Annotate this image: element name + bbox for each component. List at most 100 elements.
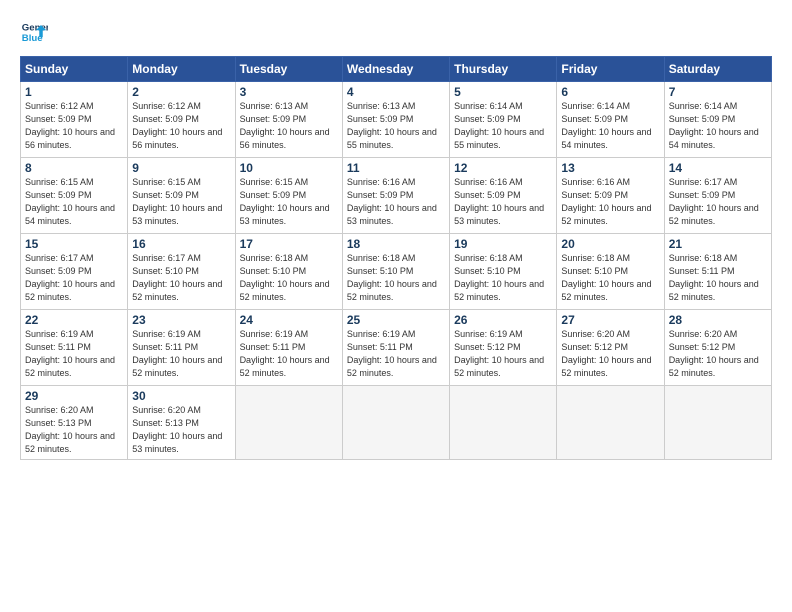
day-number: 17 xyxy=(240,237,338,251)
calendar-week-row: 8 Sunrise: 6:15 AMSunset: 5:09 PMDayligh… xyxy=(21,158,772,234)
page-header: General Blue xyxy=(20,18,772,46)
day-info: Sunrise: 6:19 AMSunset: 5:11 PMDaylight:… xyxy=(347,329,437,378)
calendar-week-row: 1 Sunrise: 6:12 AMSunset: 5:09 PMDayligh… xyxy=(21,82,772,158)
logo-icon: General Blue xyxy=(20,18,48,46)
day-info: Sunrise: 6:17 AMSunset: 5:09 PMDaylight:… xyxy=(25,253,115,302)
calendar-header-tuesday: Tuesday xyxy=(235,57,342,82)
calendar-day-cell: 16 Sunrise: 6:17 AMSunset: 5:10 PMDaylig… xyxy=(128,234,235,310)
day-info: Sunrise: 6:17 AMSunset: 5:10 PMDaylight:… xyxy=(132,253,222,302)
day-number: 12 xyxy=(454,161,552,175)
calendar-day-cell: 15 Sunrise: 6:17 AMSunset: 5:09 PMDaylig… xyxy=(21,234,128,310)
day-number: 30 xyxy=(132,389,230,403)
day-number: 2 xyxy=(132,85,230,99)
calendar-header-wednesday: Wednesday xyxy=(342,57,449,82)
day-number: 1 xyxy=(25,85,123,99)
calendar-day-cell: 4 Sunrise: 6:13 AMSunset: 5:09 PMDayligh… xyxy=(342,82,449,158)
day-info: Sunrise: 6:13 AMSunset: 5:09 PMDaylight:… xyxy=(240,101,330,150)
calendar-day-cell xyxy=(235,386,342,460)
calendar-week-row: 29 Sunrise: 6:20 AMSunset: 5:13 PMDaylig… xyxy=(21,386,772,460)
calendar-day-cell: 3 Sunrise: 6:13 AMSunset: 5:09 PMDayligh… xyxy=(235,82,342,158)
calendar-day-cell: 18 Sunrise: 6:18 AMSunset: 5:10 PMDaylig… xyxy=(342,234,449,310)
day-info: Sunrise: 6:18 AMSunset: 5:10 PMDaylight:… xyxy=(454,253,544,302)
day-number: 22 xyxy=(25,313,123,327)
calendar-day-cell: 28 Sunrise: 6:20 AMSunset: 5:12 PMDaylig… xyxy=(664,310,771,386)
day-info: Sunrise: 6:16 AMSunset: 5:09 PMDaylight:… xyxy=(454,177,544,226)
day-info: Sunrise: 6:19 AMSunset: 5:12 PMDaylight:… xyxy=(454,329,544,378)
day-info: Sunrise: 6:15 AMSunset: 5:09 PMDaylight:… xyxy=(25,177,115,226)
day-number: 4 xyxy=(347,85,445,99)
calendar-day-cell: 19 Sunrise: 6:18 AMSunset: 5:10 PMDaylig… xyxy=(450,234,557,310)
day-number: 18 xyxy=(347,237,445,251)
day-number: 16 xyxy=(132,237,230,251)
day-number: 24 xyxy=(240,313,338,327)
day-number: 19 xyxy=(454,237,552,251)
calendar-day-cell: 20 Sunrise: 6:18 AMSunset: 5:10 PMDaylig… xyxy=(557,234,664,310)
day-info: Sunrise: 6:18 AMSunset: 5:10 PMDaylight:… xyxy=(347,253,437,302)
calendar-week-row: 15 Sunrise: 6:17 AMSunset: 5:09 PMDaylig… xyxy=(21,234,772,310)
day-info: Sunrise: 6:20 AMSunset: 5:12 PMDaylight:… xyxy=(561,329,651,378)
day-number: 13 xyxy=(561,161,659,175)
calendar-day-cell: 14 Sunrise: 6:17 AMSunset: 5:09 PMDaylig… xyxy=(664,158,771,234)
day-number: 20 xyxy=(561,237,659,251)
day-number: 5 xyxy=(454,85,552,99)
day-info: Sunrise: 6:18 AMSunset: 5:11 PMDaylight:… xyxy=(669,253,759,302)
day-number: 11 xyxy=(347,161,445,175)
svg-text:General: General xyxy=(22,22,48,33)
calendar-day-cell xyxy=(450,386,557,460)
calendar-day-cell: 21 Sunrise: 6:18 AMSunset: 5:11 PMDaylig… xyxy=(664,234,771,310)
calendar-header-sunday: Sunday xyxy=(21,57,128,82)
day-number: 27 xyxy=(561,313,659,327)
day-info: Sunrise: 6:18 AMSunset: 5:10 PMDaylight:… xyxy=(561,253,651,302)
day-number: 3 xyxy=(240,85,338,99)
calendar-day-cell: 25 Sunrise: 6:19 AMSunset: 5:11 PMDaylig… xyxy=(342,310,449,386)
calendar-day-cell: 8 Sunrise: 6:15 AMSunset: 5:09 PMDayligh… xyxy=(21,158,128,234)
calendar-header-friday: Friday xyxy=(557,57,664,82)
calendar-day-cell: 24 Sunrise: 6:19 AMSunset: 5:11 PMDaylig… xyxy=(235,310,342,386)
calendar-week-row: 22 Sunrise: 6:19 AMSunset: 5:11 PMDaylig… xyxy=(21,310,772,386)
day-info: Sunrise: 6:14 AMSunset: 5:09 PMDaylight:… xyxy=(454,101,544,150)
calendar-header-thursday: Thursday xyxy=(450,57,557,82)
calendar-day-cell xyxy=(557,386,664,460)
day-number: 10 xyxy=(240,161,338,175)
day-info: Sunrise: 6:20 AMSunset: 5:12 PMDaylight:… xyxy=(669,329,759,378)
calendar-day-cell: 23 Sunrise: 6:19 AMSunset: 5:11 PMDaylig… xyxy=(128,310,235,386)
calendar-day-cell xyxy=(664,386,771,460)
day-number: 26 xyxy=(454,313,552,327)
calendar-day-cell: 17 Sunrise: 6:18 AMSunset: 5:10 PMDaylig… xyxy=(235,234,342,310)
day-info: Sunrise: 6:18 AMSunset: 5:10 PMDaylight:… xyxy=(240,253,330,302)
day-number: 25 xyxy=(347,313,445,327)
calendar-header-row: SundayMondayTuesdayWednesdayThursdayFrid… xyxy=(21,57,772,82)
calendar-day-cell xyxy=(342,386,449,460)
day-number: 15 xyxy=(25,237,123,251)
day-info: Sunrise: 6:12 AMSunset: 5:09 PMDaylight:… xyxy=(25,101,115,150)
calendar-day-cell: 30 Sunrise: 6:20 AMSunset: 5:13 PMDaylig… xyxy=(128,386,235,460)
calendar-day-cell: 27 Sunrise: 6:20 AMSunset: 5:12 PMDaylig… xyxy=(557,310,664,386)
calendar-day-cell: 9 Sunrise: 6:15 AMSunset: 5:09 PMDayligh… xyxy=(128,158,235,234)
calendar-day-cell: 10 Sunrise: 6:15 AMSunset: 5:09 PMDaylig… xyxy=(235,158,342,234)
calendar-day-cell: 5 Sunrise: 6:14 AMSunset: 5:09 PMDayligh… xyxy=(450,82,557,158)
day-info: Sunrise: 6:16 AMSunset: 5:09 PMDaylight:… xyxy=(347,177,437,226)
day-info: Sunrise: 6:19 AMSunset: 5:11 PMDaylight:… xyxy=(25,329,115,378)
logo: General Blue xyxy=(20,18,48,46)
day-number: 8 xyxy=(25,161,123,175)
day-info: Sunrise: 6:16 AMSunset: 5:09 PMDaylight:… xyxy=(561,177,651,226)
calendar-day-cell: 26 Sunrise: 6:19 AMSunset: 5:12 PMDaylig… xyxy=(450,310,557,386)
calendar-day-cell: 11 Sunrise: 6:16 AMSunset: 5:09 PMDaylig… xyxy=(342,158,449,234)
day-info: Sunrise: 6:19 AMSunset: 5:11 PMDaylight:… xyxy=(132,329,222,378)
calendar-day-cell: 12 Sunrise: 6:16 AMSunset: 5:09 PMDaylig… xyxy=(450,158,557,234)
calendar-header-monday: Monday xyxy=(128,57,235,82)
day-info: Sunrise: 6:14 AMSunset: 5:09 PMDaylight:… xyxy=(561,101,651,150)
day-number: 29 xyxy=(25,389,123,403)
day-info: Sunrise: 6:17 AMSunset: 5:09 PMDaylight:… xyxy=(669,177,759,226)
day-info: Sunrise: 6:14 AMSunset: 5:09 PMDaylight:… xyxy=(669,101,759,150)
day-number: 21 xyxy=(669,237,767,251)
calendar-day-cell: 7 Sunrise: 6:14 AMSunset: 5:09 PMDayligh… xyxy=(664,82,771,158)
day-number: 9 xyxy=(132,161,230,175)
day-number: 6 xyxy=(561,85,659,99)
calendar-header-saturday: Saturday xyxy=(664,57,771,82)
day-info: Sunrise: 6:20 AMSunset: 5:13 PMDaylight:… xyxy=(25,405,115,454)
calendar-day-cell: 13 Sunrise: 6:16 AMSunset: 5:09 PMDaylig… xyxy=(557,158,664,234)
calendar-day-cell: 6 Sunrise: 6:14 AMSunset: 5:09 PMDayligh… xyxy=(557,82,664,158)
calendar-day-cell: 29 Sunrise: 6:20 AMSunset: 5:13 PMDaylig… xyxy=(21,386,128,460)
calendar-table: SundayMondayTuesdayWednesdayThursdayFrid… xyxy=(20,56,772,460)
